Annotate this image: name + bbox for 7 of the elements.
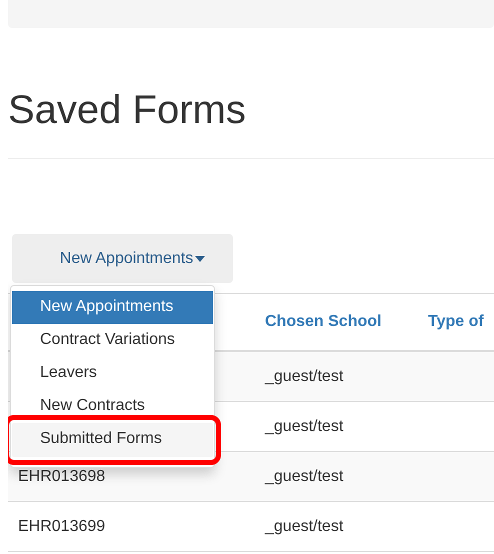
page-title: Saved Forms xyxy=(8,88,247,132)
dropdown-button[interactable]: New Appointments xyxy=(12,234,233,283)
table-cell: EHR013699 xyxy=(8,502,255,552)
table-cell: _guest/test xyxy=(255,502,418,552)
menu-item[interactable]: Submitted Forms xyxy=(12,423,213,457)
caret-icon xyxy=(195,256,206,262)
menu-item[interactable]: New Appointments xyxy=(12,291,213,324)
